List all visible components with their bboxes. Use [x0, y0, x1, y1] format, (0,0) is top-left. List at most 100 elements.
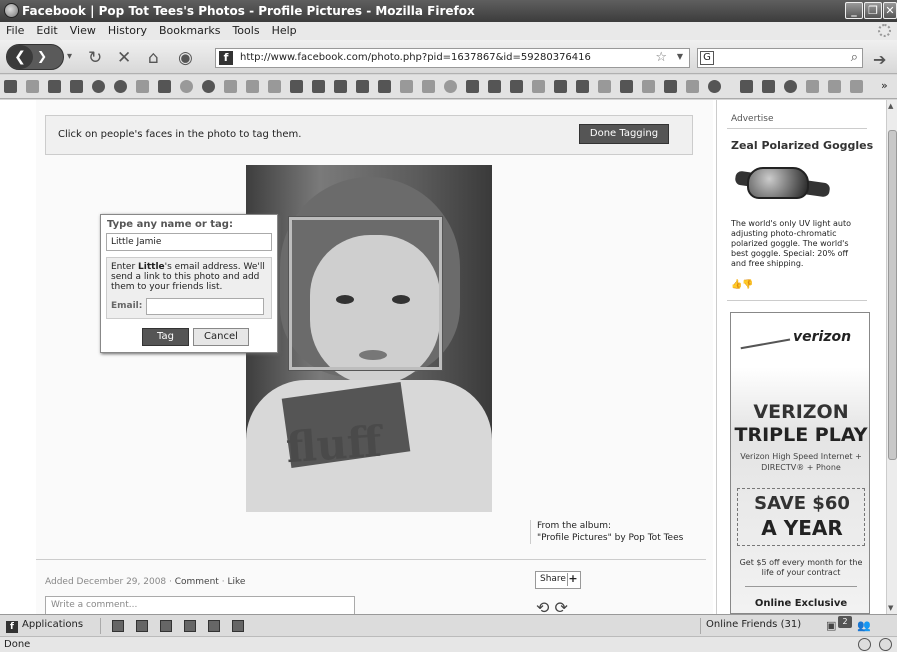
comment-input[interactable]: Write a comment... [45, 596, 355, 614]
bookmark-icon[interactable] [202, 80, 215, 93]
bookmark-icon[interactable] [334, 80, 347, 93]
menu-view[interactable]: View [64, 22, 102, 37]
bookmark-icon[interactable] [180, 80, 193, 93]
tagging-hint: Click on people's faces in the photo to … [58, 129, 302, 140]
menu-history[interactable]: History [102, 22, 153, 37]
bookmark-icon[interactable] [158, 80, 171, 93]
reload-icon[interactable]: ↻ [88, 48, 102, 68]
applications-menu[interactable]: f Applications [6, 619, 83, 633]
bookmark-icon[interactable] [642, 80, 655, 93]
bookmark-icon[interactable] [708, 80, 721, 93]
bookmark-icon[interactable] [466, 80, 479, 93]
bookmark-icon[interactable] [48, 80, 61, 93]
comment-link[interactable]: Comment [175, 577, 219, 587]
album-link[interactable]: "Profile Pictures" [537, 533, 612, 543]
advertise-link[interactable]: Advertise [731, 114, 774, 124]
bookmark-icon[interactable] [378, 80, 391, 93]
bookmark-icon[interactable] [620, 80, 633, 93]
bookmark-icon[interactable] [444, 80, 457, 93]
ad-title[interactable]: Zeal Polarized Goggles [731, 139, 873, 152]
bookmark-icon[interactable] [114, 80, 127, 93]
bookmark-icon[interactable] [4, 80, 17, 93]
close-button[interactable]: ✕ [883, 2, 897, 19]
bookmark-icon[interactable] [268, 80, 281, 93]
forward-button[interactable]: ❯ [37, 49, 47, 63]
bookmark-icon[interactable] [422, 80, 435, 93]
chevron-right-icon[interactable]: » [881, 79, 888, 92]
menu-edit[interactable]: Edit [30, 22, 63, 37]
goggles-ad-image[interactable] [734, 162, 831, 207]
share-button[interactable]: Share + [535, 571, 581, 589]
addon-icon[interactable]: ◉ [178, 48, 193, 68]
photos-app-icon[interactable] [112, 620, 124, 632]
bookmark-icon[interactable] [356, 80, 369, 93]
verizon-save-box: SAVE $60 A YEAR [737, 488, 865, 546]
url-dropdown-icon[interactable]: ▼ [677, 52, 683, 61]
notes-app-icon[interactable] [208, 620, 220, 632]
bookmark-star-icon[interactable]: ☆ [655, 50, 667, 65]
menu-help[interactable]: Help [266, 22, 303, 37]
tag-button[interactable]: Tag [142, 328, 189, 346]
maximize-button[interactable]: ❐ [864, 2, 882, 19]
rotate-icons[interactable]: ⟲ ⟳ [536, 598, 568, 614]
verizon-ad[interactable]: verizon VERIZON TRIPLE PLAY Verizon High… [730, 312, 870, 614]
bookmark-icon[interactable] [290, 80, 303, 93]
url-bar[interactable]: f http://www.facebook.com/photo.php?pid=… [215, 48, 690, 68]
bookmark-icon[interactable] [806, 80, 819, 93]
bookmark-icon[interactable] [762, 80, 775, 93]
friend-requests-icon[interactable]: 👥 [857, 619, 871, 632]
firebug-icon[interactable] [879, 638, 892, 651]
bookmark-icon[interactable] [224, 80, 237, 93]
video-app-icon[interactable] [136, 620, 148, 632]
bookmark-icon[interactable] [92, 80, 105, 93]
bookmark-icon[interactable] [488, 80, 501, 93]
bookmark-icon[interactable] [740, 80, 753, 93]
notifications-icon[interactable]: ▣ [826, 619, 836, 632]
groups-app-icon[interactable] [160, 620, 172, 632]
scrollbar-thumb[interactable] [888, 130, 897, 460]
minimize-button[interactable]: _ [845, 2, 863, 19]
email-field[interactable] [146, 298, 264, 315]
scroll-down-icon[interactable]: ▼ [888, 604, 893, 612]
search-icon[interactable]: ⌕ [851, 50, 858, 65]
bookmark-icon[interactable] [828, 80, 841, 93]
stop-icon[interactable]: ✕ [117, 48, 131, 68]
face-tag-box[interactable] [288, 216, 443, 371]
bookmark-icon[interactable] [532, 80, 545, 93]
tag-name-input[interactable]: Little Jamie [106, 233, 272, 251]
bookmark-icon[interactable] [576, 80, 589, 93]
bookmark-icon[interactable] [70, 80, 83, 93]
bookmark-icon[interactable] [26, 80, 39, 93]
bookmark-icon[interactable] [400, 80, 413, 93]
search-engine-icon[interactable]: G [700, 51, 714, 65]
back-button[interactable]: ❮ [7, 45, 33, 69]
done-tagging-button[interactable]: Done Tagging [579, 124, 669, 144]
bookmark-icon[interactable] [784, 80, 797, 93]
ad-thumbs-icon[interactable]: 👍👎 [731, 280, 753, 290]
bookmark-icon[interactable] [554, 80, 567, 93]
menu-tools[interactable]: Tools [226, 22, 265, 37]
bookmark-icon[interactable] [850, 80, 863, 93]
bookmark-icon[interactable] [312, 80, 325, 93]
home-icon[interactable]: ⌂ [148, 48, 159, 68]
history-dropdown-icon[interactable]: ▾ [67, 51, 72, 62]
adblock-icon[interactable] [858, 638, 871, 651]
online-friends-button[interactable]: Online Friends (31) [706, 619, 801, 630]
bookmark-icon[interactable] [510, 80, 523, 93]
album-owner[interactable]: by Pop Tot Tees [612, 533, 684, 543]
events-app-icon[interactable] [184, 620, 196, 632]
links-app-icon[interactable] [232, 620, 244, 632]
menu-bookmarks[interactable]: Bookmarks [153, 22, 226, 37]
sidebar-toggle-icon[interactable]: ➔ [873, 50, 886, 69]
page-scrollbar[interactable]: ▲ ▼ [886, 100, 897, 614]
bookmark-icon[interactable] [598, 80, 611, 93]
bookmark-icon[interactable] [664, 80, 677, 93]
scroll-up-icon[interactable]: ▲ [888, 102, 893, 110]
bookmark-icon[interactable] [686, 80, 699, 93]
cancel-button[interactable]: Cancel [193, 328, 249, 346]
bookmark-icon[interactable] [246, 80, 259, 93]
like-link[interactable]: Like [227, 577, 245, 587]
bookmark-icon[interactable] [136, 80, 149, 93]
search-bar[interactable]: G ⌕ [697, 48, 863, 68]
menu-file[interactable]: File [0, 22, 30, 37]
